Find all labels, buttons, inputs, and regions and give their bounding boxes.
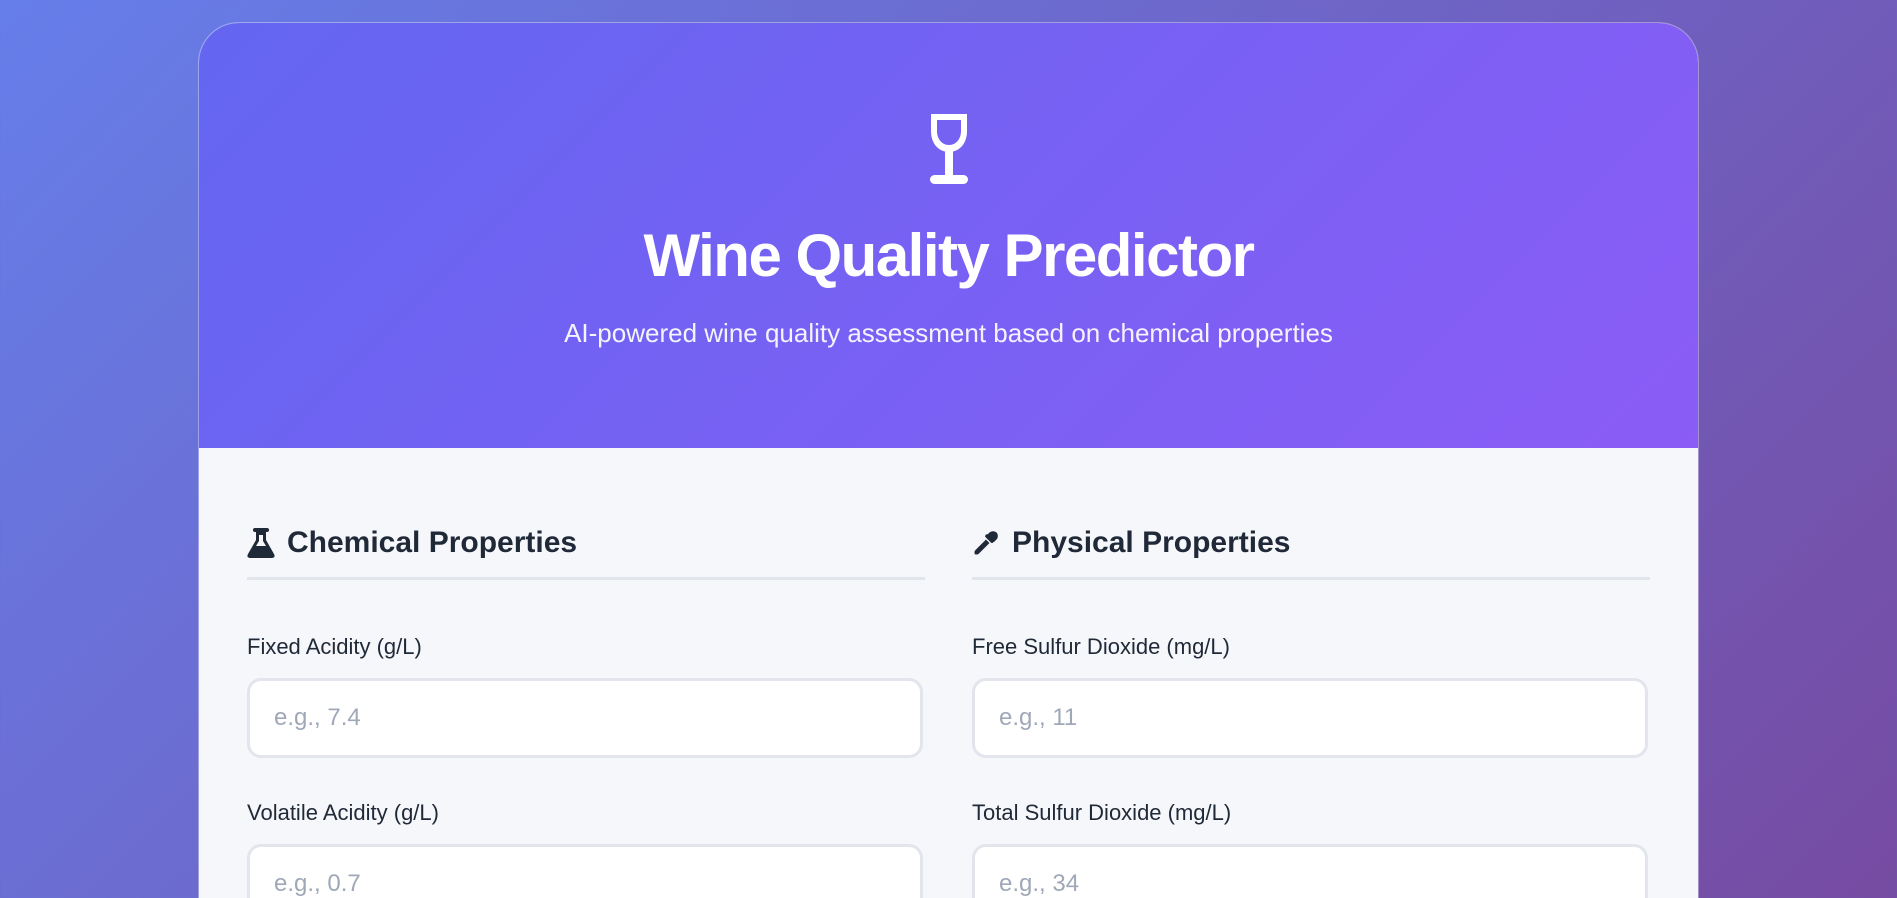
section-header: Physical Properties (972, 519, 1650, 580)
field-label: Fixed Acidity (g/L) (247, 634, 422, 659)
volatile-acidity-field: Volatile Acidity (g/L) (247, 798, 925, 898)
physical-properties-section: Physical Properties Free Sulfur Dioxide … (972, 519, 1650, 898)
free-sulfur-dioxide-input[interactable] (972, 678, 1648, 758)
fixed-acidity-input[interactable] (247, 678, 923, 758)
chemical-properties-section: Chemical Properties Fixed Acidity (g/L) … (247, 519, 925, 898)
volatile-acidity-input[interactable] (247, 844, 923, 898)
field-label: Free Sulfur Dioxide (mg/L) (972, 634, 1230, 659)
fixed-acidity-field: Fixed Acidity (g/L) (247, 632, 925, 758)
field-label: Total Sulfur Dioxide (mg/L) (972, 800, 1232, 825)
page-subtitle: AI-powered wine quality assessment based… (564, 318, 1333, 348)
wine-glass-icon (929, 114, 968, 184)
section-title: Chemical Properties (287, 526, 578, 559)
total-sulfur-dioxide-input[interactable] (972, 844, 1648, 898)
total-sulfur-dioxide-field: Total Sulfur Dioxide (mg/L) (972, 798, 1650, 898)
flask-icon (247, 527, 275, 559)
predictor-card: Wine Quality Predictor AI-powered wine q… (199, 23, 1698, 898)
page-title: Wine Quality Predictor (643, 222, 1255, 289)
hero-header: Wine Quality Predictor AI-powered wine q… (199, 23, 1698, 448)
field-label: Volatile Acidity (g/L) (247, 800, 439, 825)
eyedropper-icon (972, 527, 1000, 559)
free-sulfur-dioxide-field: Free Sulfur Dioxide (mg/L) (972, 632, 1650, 758)
section-title: Physical Properties (1012, 526, 1291, 559)
section-header: Chemical Properties (247, 519, 925, 580)
